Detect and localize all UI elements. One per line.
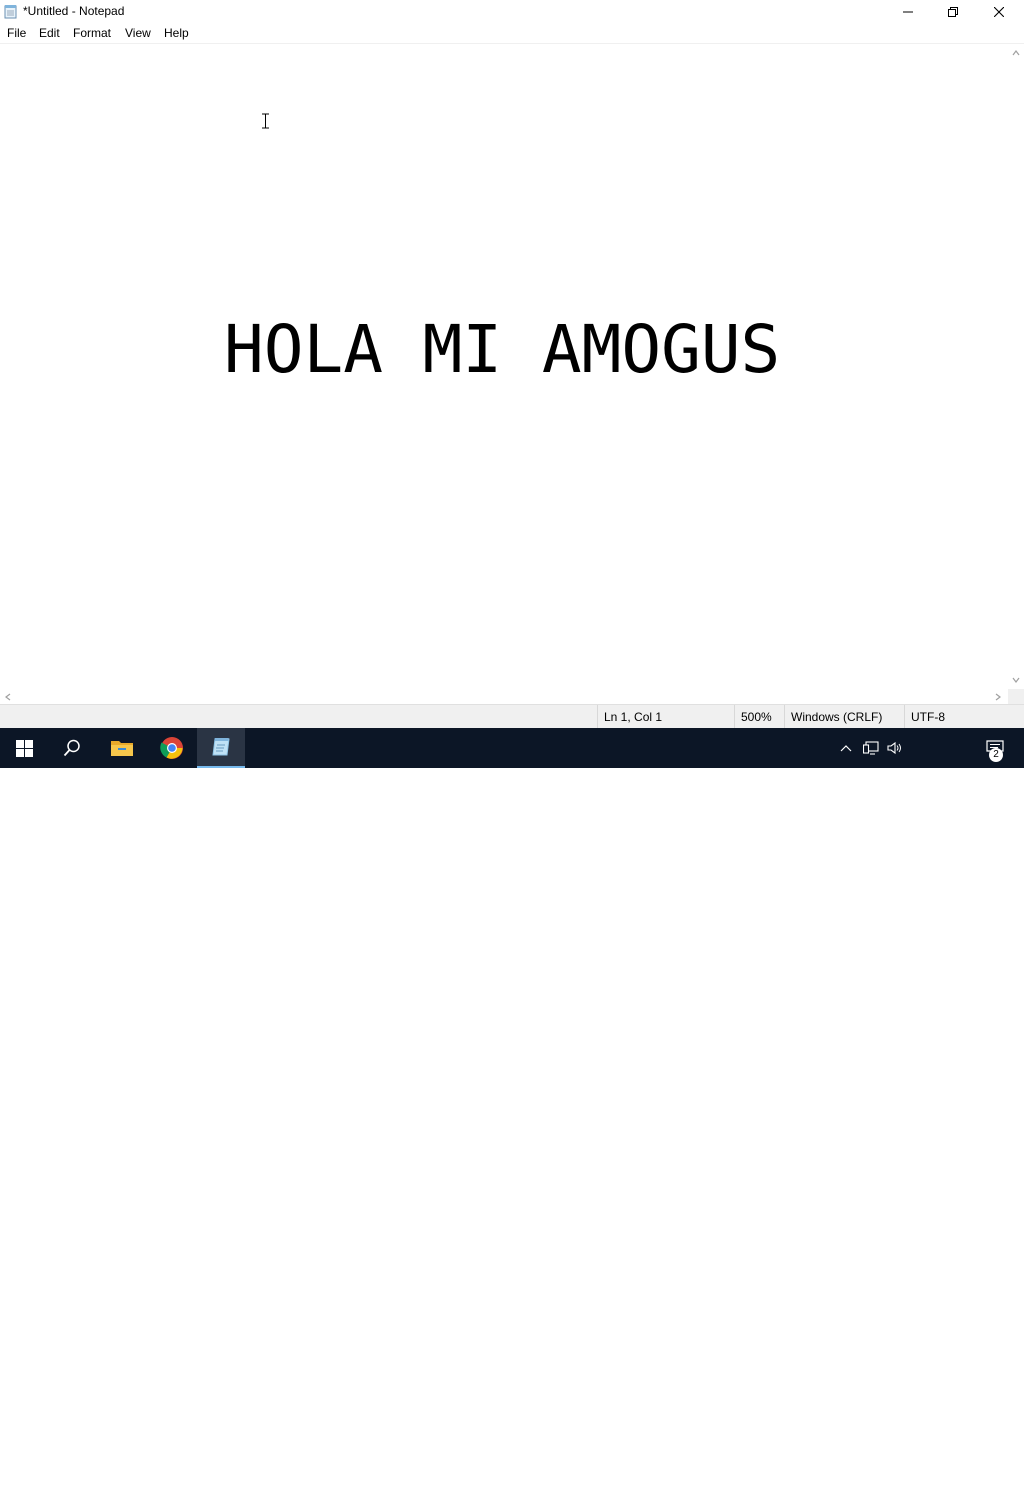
notification-count-badge: 2 [989, 748, 1003, 762]
menu-format[interactable]: Format [73, 26, 111, 40]
restore-button[interactable] [930, 0, 975, 23]
title-bar[interactable]: *Untitled - Notepad [0, 0, 1024, 23]
status-encoding: UTF-8 [904, 705, 1011, 729]
menu-file[interactable]: File [7, 26, 26, 40]
window-title: *Untitled - Notepad [23, 4, 125, 18]
file-explorer-icon [111, 741, 133, 756]
show-hidden-icons-button[interactable] [836, 728, 856, 768]
start-button[interactable] [0, 728, 48, 768]
status-line-ending: Windows (CRLF) [784, 705, 899, 729]
chrome-button[interactable] [148, 728, 196, 768]
status-bar: Ln 1, Col 1 500% Windows (CRLF) UTF-8 [0, 704, 1024, 729]
network-icon [863, 741, 879, 755]
clock-time: 9:33 AM [915, 1459, 961, 1473]
notepad-app-icon [4, 5, 17, 19]
minimize-icon [902, 11, 913, 12]
status-zoom: 500% [734, 705, 781, 729]
menu-help[interactable]: Help [164, 26, 189, 40]
close-icon [993, 6, 1004, 17]
network-button[interactable] [860, 728, 882, 768]
horizontal-scrollbar[interactable] [0, 689, 1008, 704]
scroll-right-icon[interactable] [993, 692, 1003, 702]
text-editor[interactable]: HOLA MI AMOGUS [0, 44, 1008, 689]
minimize-button[interactable] [885, 0, 930, 23]
menu-edit[interactable]: Edit [39, 26, 60, 40]
notepad-taskbar-button[interactable] [197, 728, 245, 768]
scroll-up-icon[interactable] [1011, 48, 1021, 58]
scroll-left-icon[interactable] [3, 692, 13, 702]
restore-icon [947, 6, 958, 17]
status-position: Ln 1, Col 1 [597, 705, 731, 729]
speaker-icon [887, 741, 901, 755]
file-explorer-button[interactable] [98, 728, 146, 768]
volume-button[interactable] [884, 728, 906, 768]
chrome-icon [160, 737, 183, 759]
search-icon [63, 739, 80, 757]
text-cursor-icon [262, 113, 269, 129]
vertical-scrollbar[interactable] [1008, 44, 1024, 689]
document-text[interactable]: HOLA MI AMOGUS [224, 311, 780, 389]
start-icon [15, 739, 33, 757]
chevron-up-icon [840, 745, 852, 752]
taskbar: 9:33 AM 12/4/2022 [0, 728, 1024, 1491]
clock-date: 12/4/2022 [911, 1477, 965, 1491]
search-button[interactable] [48, 728, 96, 768]
notepad-icon [212, 738, 230, 756]
scrollbar-corner [1008, 689, 1024, 704]
menu-view[interactable]: View [125, 26, 151, 40]
close-button[interactable] [976, 0, 1021, 23]
menu-bar: File Edit Format View Help [0, 23, 1024, 44]
scroll-down-icon[interactable] [1011, 675, 1021, 685]
